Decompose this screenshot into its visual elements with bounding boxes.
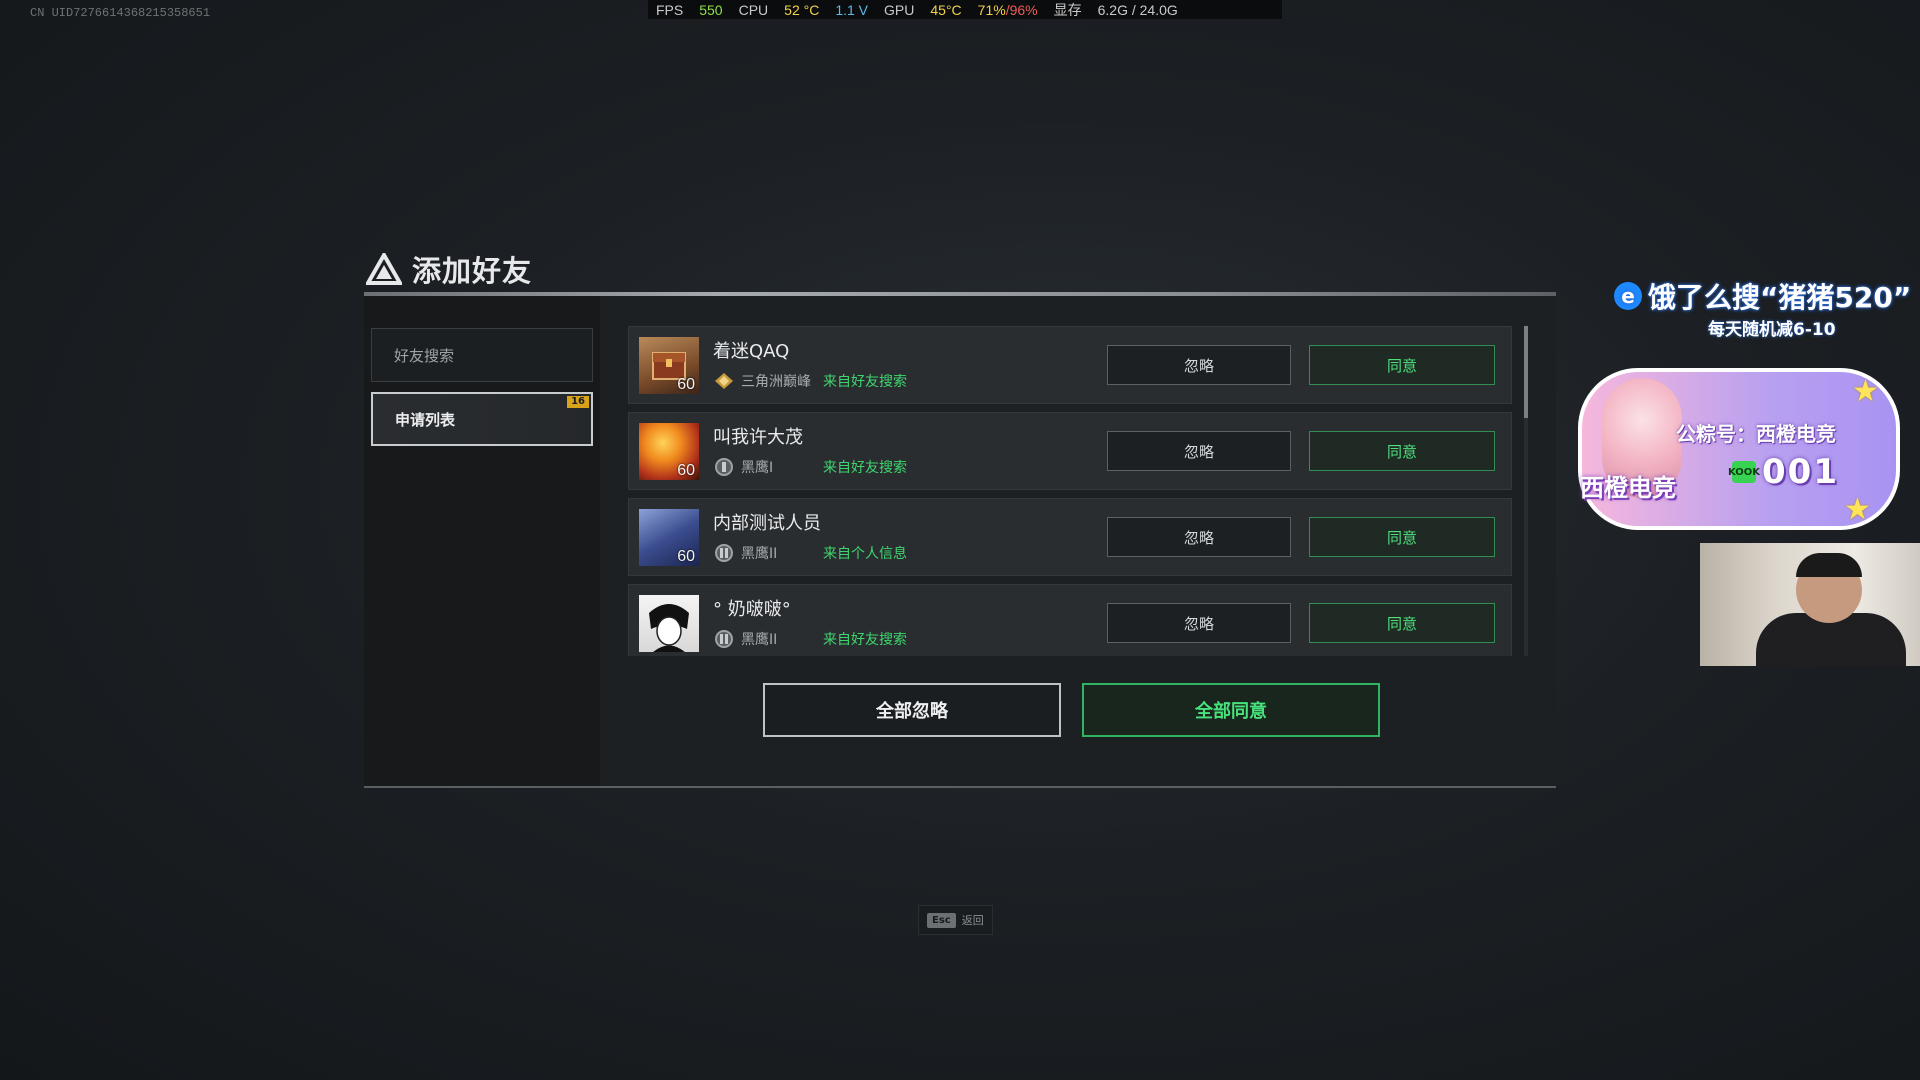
request-count-badge: 16 <box>567 396 589 408</box>
gpu-usage-peak: /96% <box>1005 1 1038 18</box>
player-level: 60 <box>677 548 695 565</box>
rank-blackhawk-icon <box>715 630 733 648</box>
player-rank: 黑鹰I <box>741 460 774 476</box>
star-icon: ★ <box>1852 374 1879 409</box>
gpu-label: GPU <box>884 1 915 18</box>
ignore-button[interactable]: 忽略 <box>1107 603 1291 643</box>
ignore-all-button[interactable]: 全部忽略 <box>763 683 1061 737</box>
uid-watermark: CN UID7276614368215358651 <box>30 6 211 20</box>
delta-logo-icon <box>366 253 402 285</box>
ignore-button[interactable]: 忽略 <box>1107 431 1291 471</box>
agree-button[interactable]: 同意 <box>1309 345 1495 385</box>
tab-friend-search[interactable]: 好友搜索 <box>371 328 593 382</box>
star-icon: ★ <box>1844 492 1871 527</box>
dialog-header: 添加好友 <box>366 248 532 290</box>
agree-all-button[interactable]: 全部同意 <box>1082 683 1380 737</box>
avatar-anime <box>639 595 699 652</box>
eleme-logo-icon: e <box>1614 282 1642 310</box>
player-name: 着迷QAQ <box>713 341 790 362</box>
player-rank: 黑鹰II <box>741 546 778 562</box>
streamer-name: 西橙电竞 <box>1580 474 1676 502</box>
player-level: 60 <box>677 462 695 479</box>
vram-label: 显存 <box>1053 1 1082 18</box>
request-row: 60 着迷QAQ 三角洲巅峰 来自好友搜索 忽略 同意 <box>628 326 1512 404</box>
performance-overlay: FPS 550 CPU 52 °C 1.1 V GPU 45°C 71%/96%… <box>648 0 1282 19</box>
esc-back-label: 返回 <box>961 914 984 927</box>
player-rank: 黑鹰II <box>741 632 778 648</box>
request-row: 60 叫我许大茂 黑鹰I 来自好友搜索 忽略 同意 <box>628 412 1512 490</box>
request-source: 来自个人信息 <box>823 546 907 562</box>
streamer-public-account: 公粽号：西橙电竞 <box>1676 422 1836 446</box>
player-meta: 三角洲巅峰 来自好友搜索 <box>713 371 907 391</box>
tab-request-list-label: 申请列表 <box>395 410 456 429</box>
webcam-person-hair <box>1796 553 1862 577</box>
cpu-temp: 52 °C <box>784 1 820 18</box>
streamer-number: KOOK 001 <box>1728 452 1839 492</box>
gpu-temp: 45°C <box>930 1 962 18</box>
player-name: 叫我许大茂 <box>713 427 803 448</box>
stream-ad-line1: e 饿了么搜“猪猪520” <box>1614 276 1911 316</box>
player-meta: 黑鹰I 来自好友搜索 <box>713 457 907 477</box>
vram-value: 6.2G / 24.0G <box>1097 1 1178 18</box>
rank-blackhawk-icon <box>715 544 733 562</box>
request-source: 来自好友搜索 <box>823 460 907 476</box>
ignore-button[interactable]: 忽略 <box>1107 517 1291 557</box>
streamer-webcam <box>1700 543 1920 666</box>
esc-key-icon: Esc <box>927 912 956 928</box>
fps-value: 550 <box>699 1 723 18</box>
avatar-treasure: 60 <box>639 337 699 394</box>
tab-friend-search-label: 好友搜索 <box>394 346 455 365</box>
player-meta: 黑鹰II 来自好友搜索 <box>713 629 907 649</box>
dialog-title: 添加好友 <box>412 254 533 288</box>
avatar-mech: 60 <box>639 509 699 566</box>
rank-blackhawk-icon <box>715 458 733 476</box>
request-list: 60 着迷QAQ 三角洲巅峰 来自好友搜索 忽略 同意 60 叫我许大茂 黑鹰I… <box>628 326 1512 656</box>
request-row: ° 奶啵啵° 黑鹰II 来自好友搜索 忽略 同意 <box>628 584 1512 656</box>
player-name: ° 奶啵啵° <box>713 599 791 620</box>
player-level: 60 <box>677 376 695 393</box>
request-source: 来自好友搜索 <box>823 632 907 648</box>
request-source: 来自好友搜索 <box>823 374 907 390</box>
request-list-scrollbar[interactable] <box>1524 326 1528 656</box>
gpu-usage: 71% <box>977 1 1006 18</box>
scrollbar-thumb[interactable] <box>1524 326 1528 418</box>
esc-back-hint[interactable]: Esc 返回 <box>918 905 993 935</box>
cpu-voltage: 1.1 V <box>835 1 869 18</box>
stream-ad-text: 饿了么搜“猪猪520” <box>1648 281 1912 314</box>
rank-peak-icon <box>715 373 733 389</box>
kook-logo-icon: KOOK <box>1728 461 1760 483</box>
avatar-fire: 60 <box>639 423 699 480</box>
request-row: 60 内部测试人员 黑鹰II 来自个人信息 忽略 同意 <box>628 498 1512 576</box>
cpu-label: CPU <box>738 1 769 18</box>
player-meta: 黑鹰II 来自个人信息 <box>713 543 907 563</box>
streamer-card: 公粽号：西橙电竞 西橙电竞 KOOK 001 ★ ★ <box>1578 368 1900 530</box>
player-name: 内部测试人员 <box>713 513 821 534</box>
fps-label: FPS <box>656 1 684 18</box>
sidebar: 好友搜索 申请列表 16 <box>364 296 600 786</box>
player-rank: 三角洲巅峰 <box>741 374 811 390</box>
anime-portrait-icon <box>649 604 689 652</box>
tab-request-list[interactable]: 申请列表 16 <box>371 392 593 446</box>
agree-button[interactable]: 同意 <box>1309 431 1495 471</box>
add-friend-panel: 好友搜索 申请列表 16 60 着迷QAQ 三角洲巅峰 来自好友搜索 忽略 同意… <box>364 296 1556 788</box>
streamer-number-value: 001 <box>1762 452 1839 492</box>
ignore-button[interactable]: 忽略 <box>1107 345 1291 385</box>
agree-button[interactable]: 同意 <box>1309 603 1495 643</box>
stream-ad-line2: 每天随机减6-10 <box>1708 320 1836 340</box>
agree-button[interactable]: 同意 <box>1309 517 1495 557</box>
